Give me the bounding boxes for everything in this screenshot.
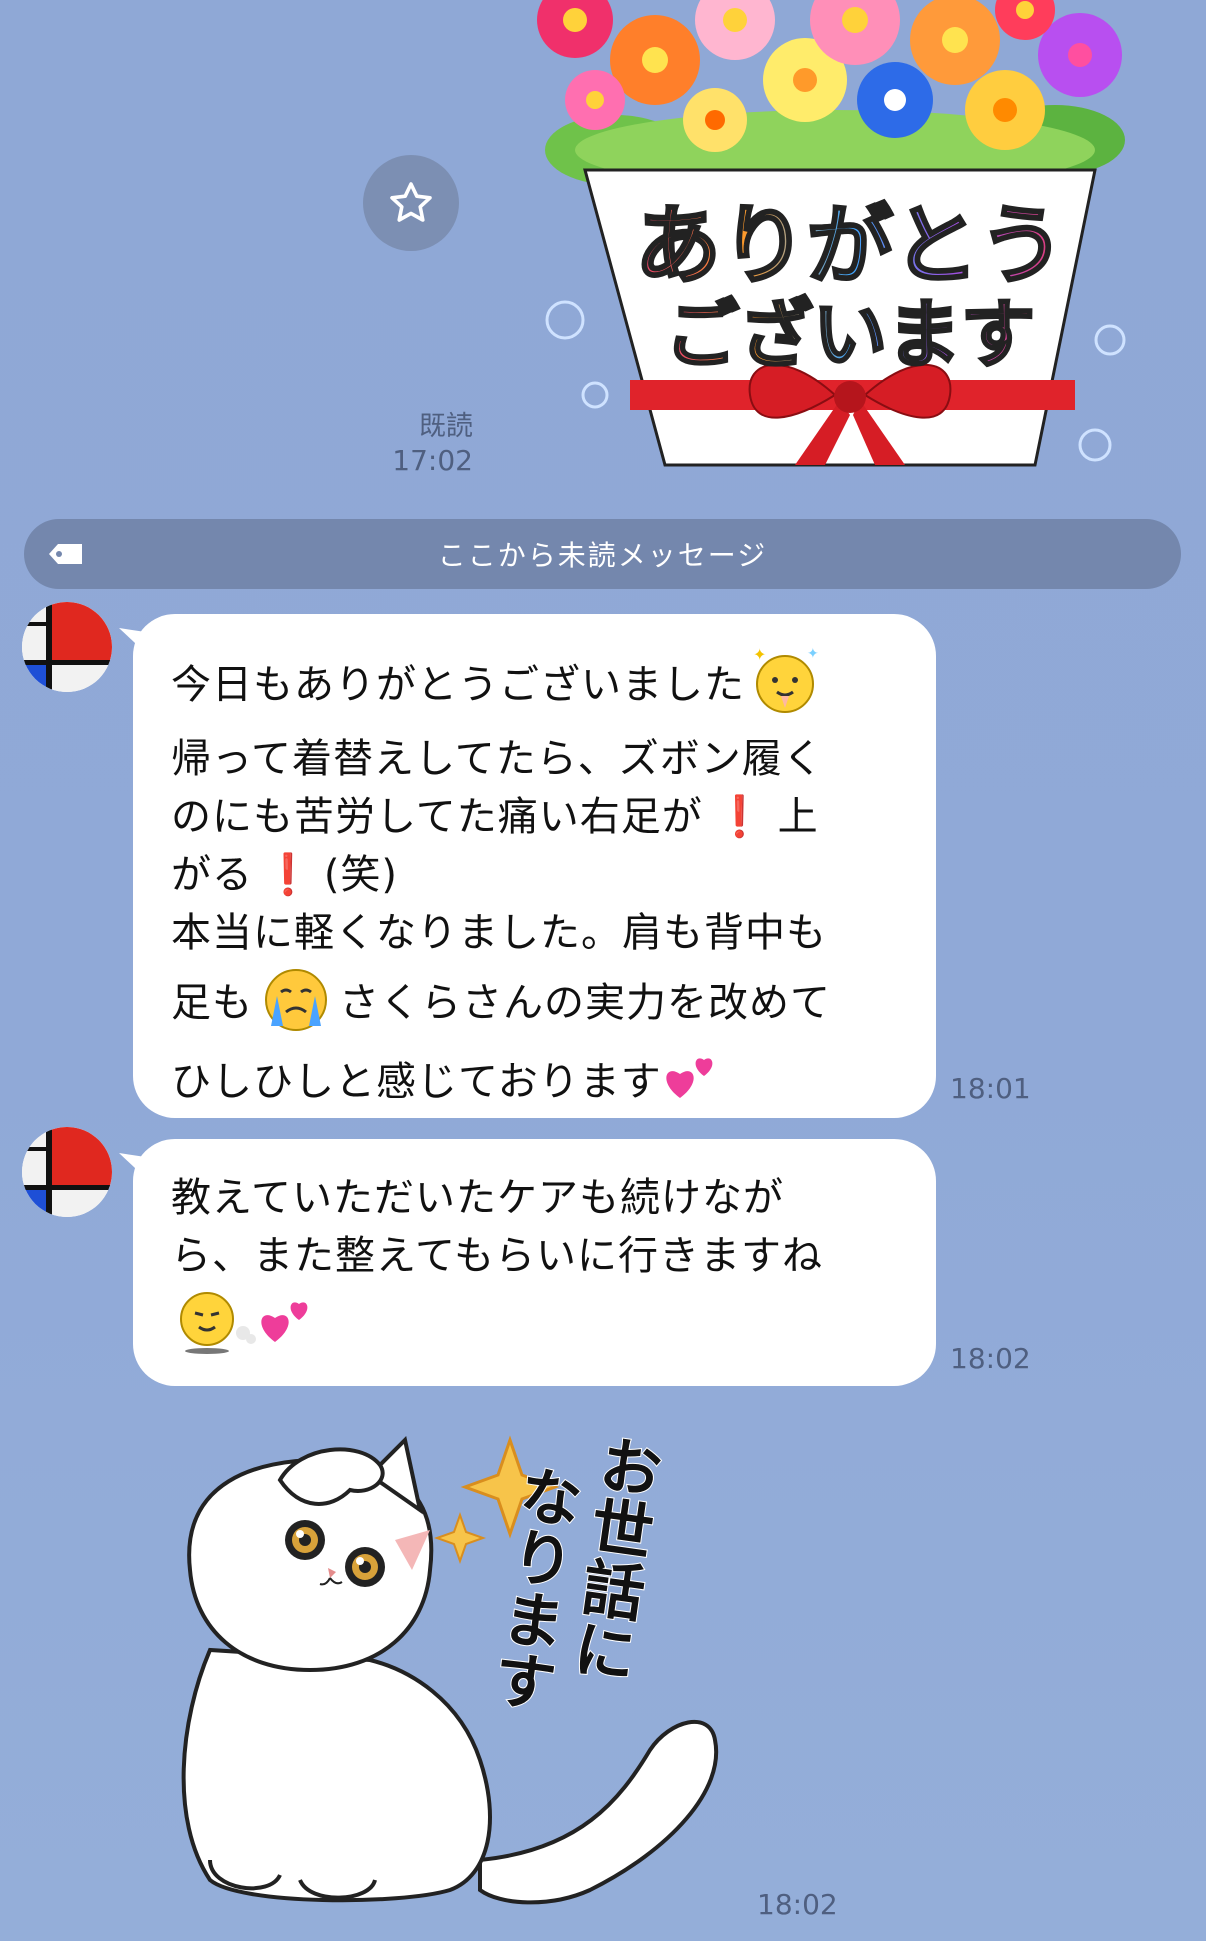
- message-line: 教えていただいたケアも続けなが: [171, 1175, 784, 1221]
- sticker-thank-you[interactable]: ありがとう ございます: [535, 0, 1135, 470]
- message-line: 今日もありがとうございました ✦ ✦: [171, 644, 898, 730]
- avatar[interactable]: [22, 1127, 112, 1217]
- star-icon: [390, 182, 432, 222]
- message-bubble[interactable]: 教えていただいたケアも続けなが ら、また整えてもらいに行きますね: [133, 1139, 936, 1386]
- two-hearts-icon: [662, 1048, 722, 1120]
- unread-divider: ここから未読メッセージ: [24, 519, 1181, 589]
- mondrian-avatar-image: [22, 1127, 112, 1217]
- mondrian-avatar-image: [22, 602, 112, 692]
- message-line: 本当に軽くなりました。肩も背中も: [171, 910, 827, 956]
- sticker-time: 18:02: [757, 1888, 838, 1921]
- crying-face-emoji-icon: [253, 962, 339, 1048]
- message-line: [171, 1285, 898, 1371]
- white-cat-sticker-image: お世話に なります: [181, 1429, 719, 1905]
- message-time: 18:01: [950, 1072, 1031, 1105]
- sticker-text-line2: ございます: [665, 292, 1035, 378]
- message-text: 足も: [171, 980, 253, 1026]
- svg-text:✦: ✦: [807, 646, 820, 662]
- message-text: ひしひしと感じております: [171, 1059, 662, 1105]
- sticker-text-line1: ありがとう: [635, 196, 1065, 296]
- message-line: ひしひしと感じております: [171, 1048, 898, 1120]
- message-text: (笑): [323, 852, 399, 898]
- message-text: がる: [171, 852, 253, 898]
- unread-divider-label: ここから未読メッセージ: [437, 539, 768, 572]
- message-text: 今日もありがとうございました: [171, 662, 745, 708]
- sticker-cat[interactable]: お世話に なります: [150, 1420, 750, 1910]
- two-hearts-icon: [257, 1292, 317, 1364]
- message-line: 足も さくらさんの実力を改めて: [171, 962, 898, 1048]
- message-text: 上: [777, 794, 819, 840]
- tag-icon: [48, 542, 84, 570]
- flower-bouquet-image: ありがとう ございます: [537, 0, 1126, 467]
- message-bubble[interactable]: 今日もありがとうございました ✦ ✦ 帰って着替えしてたら、ズボン履く のにも苦労…: [133, 614, 936, 1118]
- read-label: 既読: [419, 411, 473, 442]
- read-status: 既読 17:02: [353, 410, 473, 478]
- svg-text:✦: ✦: [753, 645, 767, 664]
- message-text: のにも苦労してた痛い右足が: [171, 794, 703, 840]
- message-time: 18:02: [950, 1342, 1031, 1375]
- running-face-emoji-icon: [171, 1285, 257, 1371]
- read-time: 17:02: [392, 444, 473, 477]
- message-line: がる ❗ (笑): [171, 846, 898, 904]
- message-line: ら、また整えてもらいに行きますね: [171, 1233, 823, 1279]
- exclamation-icon: ❗: [714, 794, 766, 840]
- favorite-sticker-button[interactable]: [363, 155, 459, 251]
- avatar[interactable]: [22, 602, 112, 692]
- message-line: のにも苦労してた痛い右足が ❗ 上: [171, 788, 898, 846]
- exclamation-icon: ❗: [263, 852, 314, 898]
- message-line: 帰って着替えしてたら、ズボン履く: [171, 736, 824, 782]
- praying-emoji-icon: ✦ ✦: [745, 644, 825, 730]
- message-text: さくらさんの実力を改めて: [339, 980, 831, 1026]
